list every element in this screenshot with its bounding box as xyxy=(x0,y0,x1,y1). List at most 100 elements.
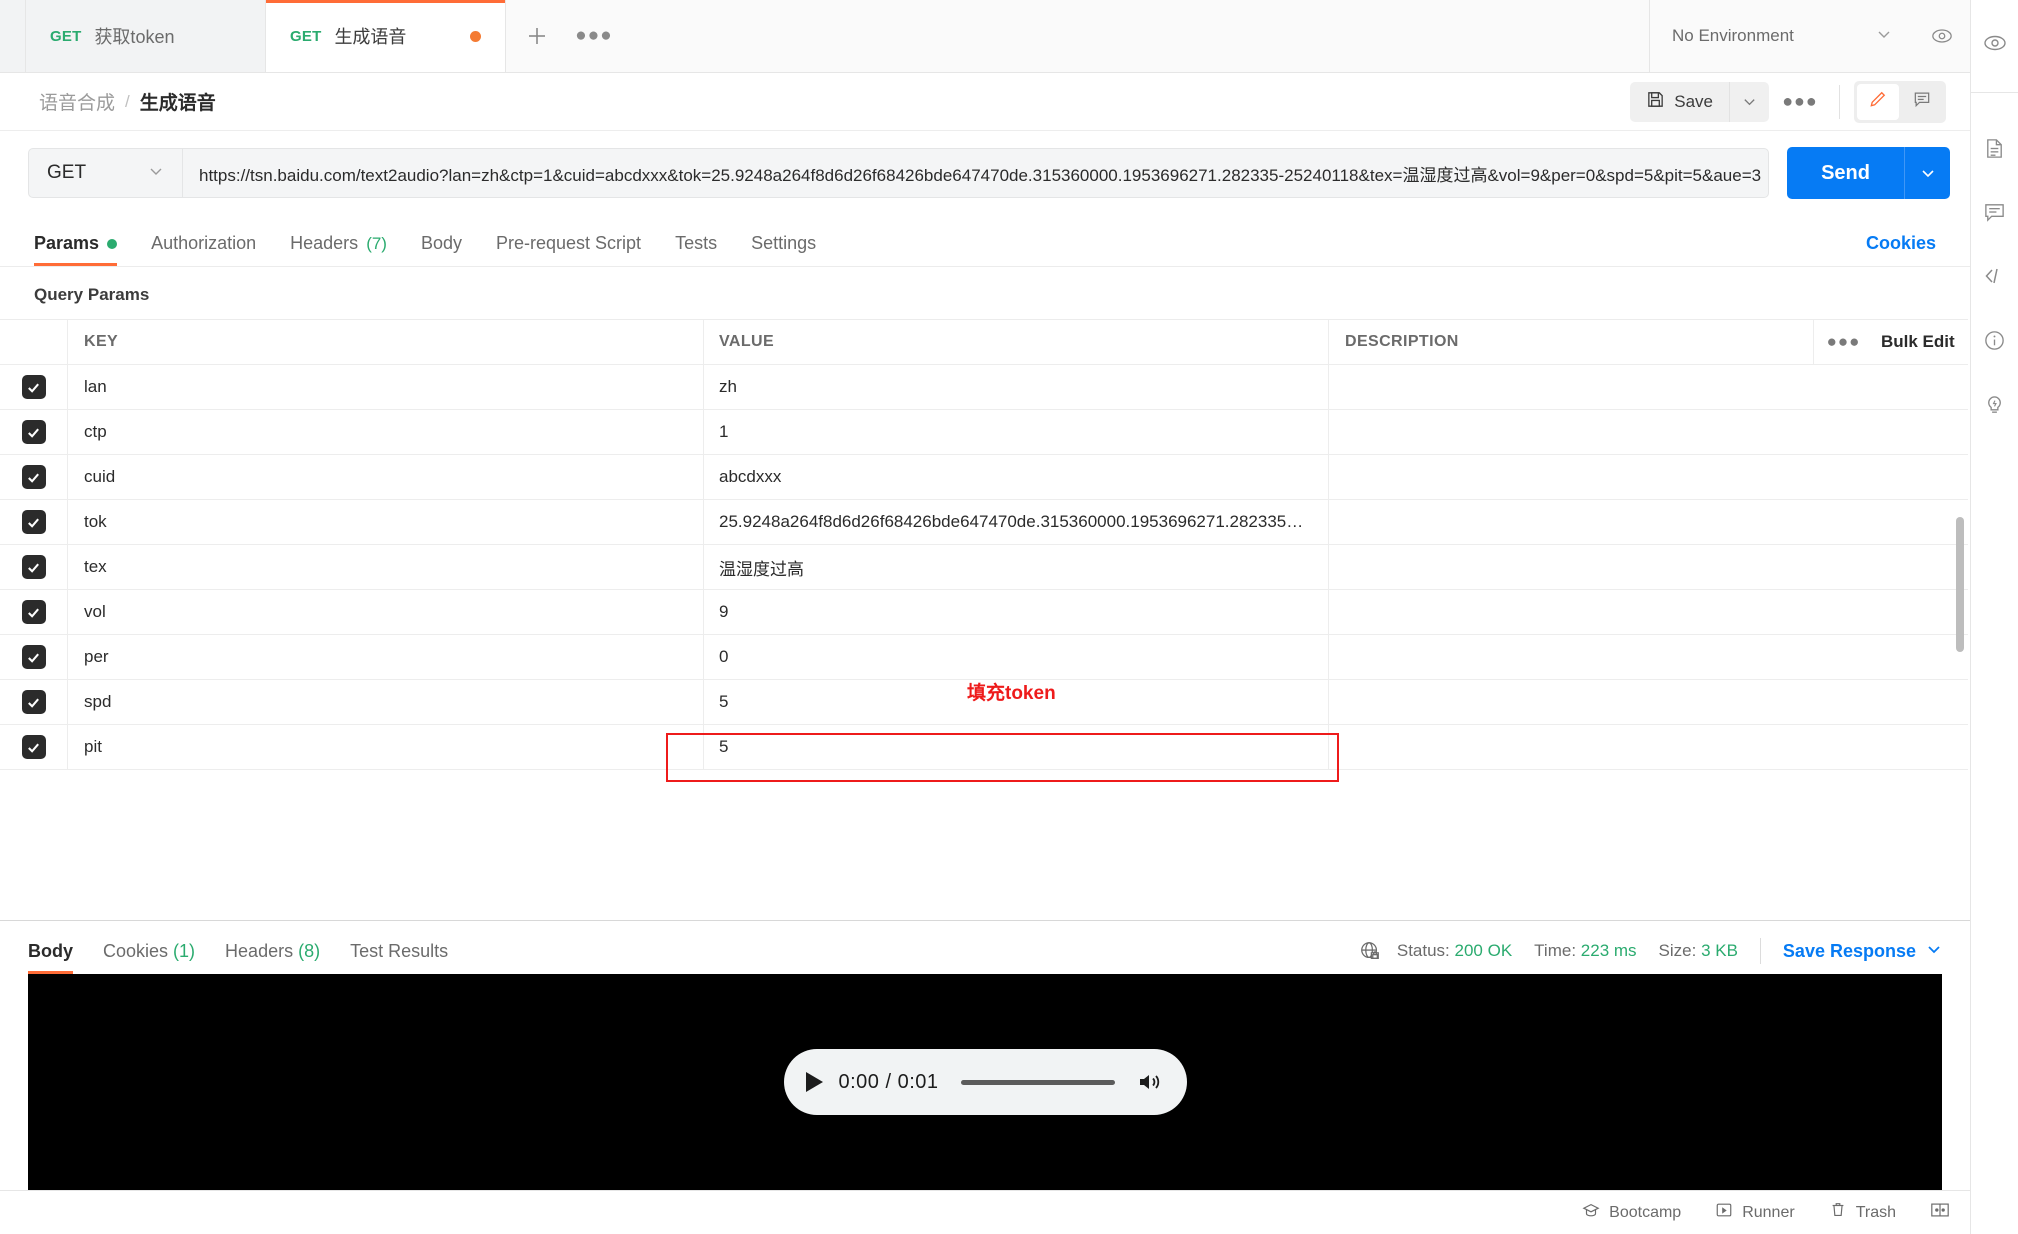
param-enabled-checkbox[interactable] xyxy=(21,555,46,579)
play-icon[interactable] xyxy=(805,1072,823,1092)
table-row[interactable]: tok 25.9248a264f8d6d26f68426bde647470de.… xyxy=(0,500,1968,545)
params-actions-button[interactable]: ●●● xyxy=(1813,320,1873,364)
table-row[interactable]: tex 温湿度过高 xyxy=(0,545,1968,590)
save-options-button[interactable] xyxy=(1729,81,1769,122)
runner-button[interactable]: Runner xyxy=(1715,1201,1795,1224)
table-row[interactable]: vol 9 xyxy=(0,590,1968,635)
tab-tests[interactable]: Tests xyxy=(675,233,717,266)
info-icon[interactable] xyxy=(1980,325,2010,355)
row-description-cell[interactable] xyxy=(1328,635,1968,679)
row-value-cell[interactable]: 25.9248a264f8d6d26f68426bde647470de.3153… xyxy=(703,500,1328,544)
row-value-cell[interactable]: 温湿度过高 xyxy=(703,545,1328,589)
row-description-cell[interactable] xyxy=(1328,365,1968,409)
tab-tests-label: Tests xyxy=(675,233,718,253)
row-description-cell[interactable] xyxy=(1328,455,1968,499)
params-scrollbar[interactable] xyxy=(1956,517,1964,652)
send-button[interactable]: Send xyxy=(1787,147,1904,199)
comments-icon[interactable] xyxy=(1980,197,2010,227)
row-key-cell[interactable]: tok xyxy=(67,500,703,544)
cookies-link[interactable]: Cookies xyxy=(1866,233,1936,266)
request-tab-获取token[interactable]: GET 获取token xyxy=(26,0,266,72)
response-tab-headers-count: (8) xyxy=(298,941,321,961)
http-method-selector[interactable]: GET xyxy=(28,148,182,198)
row-description-cell[interactable] xyxy=(1328,725,1968,769)
send-options-button[interactable] xyxy=(1904,147,1950,199)
param-enabled-checkbox[interactable] xyxy=(21,510,46,534)
row-key-cell[interactable]: per xyxy=(67,635,703,679)
tab-headers[interactable]: Headers (7) xyxy=(290,233,387,266)
table-row[interactable]: lan zh xyxy=(0,365,1968,410)
row-value-cell[interactable]: 9 xyxy=(703,590,1328,634)
save-button[interactable]: Save xyxy=(1630,81,1729,122)
param-enabled-checkbox[interactable] xyxy=(21,600,46,624)
row-value-cell[interactable]: zh xyxy=(703,365,1328,409)
bulk-edit-button[interactable]: Bulk Edit xyxy=(1873,320,1968,364)
response-tab-headers[interactable]: Headers (8) xyxy=(225,941,320,974)
time-value: 223 ms xyxy=(1580,941,1637,960)
lightbulb-icon[interactable] xyxy=(1980,389,2010,419)
volume-icon[interactable] xyxy=(1137,1070,1165,1094)
param-enabled-checkbox[interactable] xyxy=(21,465,46,489)
table-row[interactable]: per 0 xyxy=(0,635,1968,680)
table-row[interactable]: ctp 1 xyxy=(0,410,1968,455)
environment-quick-look-button[interactable] xyxy=(1914,0,1970,72)
row-value-cell[interactable]: abcdxxx xyxy=(703,455,1328,499)
param-key: spd xyxy=(84,692,112,711)
comment-mode-button[interactable] xyxy=(1901,84,1943,120)
tab-body[interactable]: Body xyxy=(421,233,462,266)
tab-pre-request-script[interactable]: Pre-request Script xyxy=(496,233,641,266)
row-value-cell[interactable]: 1 xyxy=(703,410,1328,454)
row-value-cell[interactable]: 5 xyxy=(703,725,1328,769)
response-tab-cookies[interactable]: Cookies (1) xyxy=(103,941,195,974)
request-more-actions-button[interactable]: ●●● xyxy=(1775,82,1825,122)
breadcrumb-collection[interactable]: 语音合成 xyxy=(39,88,115,115)
save-response-button[interactable]: Save Response xyxy=(1783,941,1942,962)
request-tab-生成语音[interactable]: GET 生成语音 xyxy=(266,0,506,72)
row-key-cell[interactable]: vol xyxy=(67,590,703,634)
documentation-icon[interactable] xyxy=(1980,133,2010,163)
request-url-input[interactable]: https://tsn.baidu.com/text2audio?lan=zh&… xyxy=(182,148,1770,198)
bootcamp-button[interactable]: Bootcamp xyxy=(1582,1201,1681,1224)
edit-mode-button[interactable] xyxy=(1857,83,1899,120)
param-enabled-checkbox[interactable] xyxy=(21,735,46,759)
eye-icon[interactable] xyxy=(1980,28,2010,58)
param-enabled-checkbox[interactable] xyxy=(21,375,46,399)
param-enabled-checkbox[interactable] xyxy=(21,645,46,669)
audio-time-separator: / xyxy=(885,1070,892,1093)
row-key-cell[interactable]: lan xyxy=(67,365,703,409)
secure-globe-icon xyxy=(1359,940,1381,962)
row-description-cell[interactable] xyxy=(1328,590,1968,634)
runner-play-icon xyxy=(1715,1201,1733,1224)
row-description-cell[interactable] xyxy=(1328,410,1968,454)
param-enabled-checkbox[interactable] xyxy=(21,690,46,714)
audio-player[interactable]: 0:00 / 0:01 xyxy=(783,1049,1187,1115)
row-description-cell[interactable] xyxy=(1328,680,1968,724)
trash-button[interactable]: Trash xyxy=(1829,1201,1896,1224)
breadcrumb-request-name[interactable]: 生成语音 xyxy=(140,88,216,115)
new-tab-button[interactable] xyxy=(506,0,568,72)
tab-authorization[interactable]: Authorization xyxy=(151,233,256,266)
tab-settings[interactable]: Settings xyxy=(751,233,816,266)
row-key-cell[interactable]: cuid xyxy=(67,455,703,499)
row-key-cell[interactable]: ctp xyxy=(67,410,703,454)
param-enabled-checkbox[interactable] xyxy=(21,420,46,444)
row-key-cell[interactable]: pit xyxy=(67,725,703,769)
row-value-cell[interactable]: 0 xyxy=(703,635,1328,679)
tab-params[interactable]: Params xyxy=(34,233,118,266)
toggle-two-pane-button[interactable] xyxy=(1930,1201,1950,1224)
response-body-panel: 0:00 / 0:01 xyxy=(28,974,1942,1190)
param-value: 0 xyxy=(719,647,729,666)
table-row[interactable]: pit 5 xyxy=(0,725,1968,770)
response-tab-test-results[interactable]: Test Results xyxy=(350,941,448,974)
code-snippet-icon[interactable] xyxy=(1980,261,2010,291)
tab-bar-more-button[interactable]: ●●● xyxy=(568,0,620,72)
table-row[interactable]: cuid abcdxxx xyxy=(0,455,1968,500)
audio-progress-slider[interactable] xyxy=(960,1079,1115,1085)
header-value-cell: VALUE xyxy=(703,320,1328,364)
row-description-cell[interactable] xyxy=(1328,500,1968,544)
row-description-cell[interactable] xyxy=(1328,545,1968,589)
response-tab-body[interactable]: Body xyxy=(28,941,73,974)
row-key-cell[interactable]: tex xyxy=(67,545,703,589)
row-key-cell[interactable]: spd xyxy=(67,680,703,724)
environment-selector[interactable]: No Environment xyxy=(1649,0,1914,72)
